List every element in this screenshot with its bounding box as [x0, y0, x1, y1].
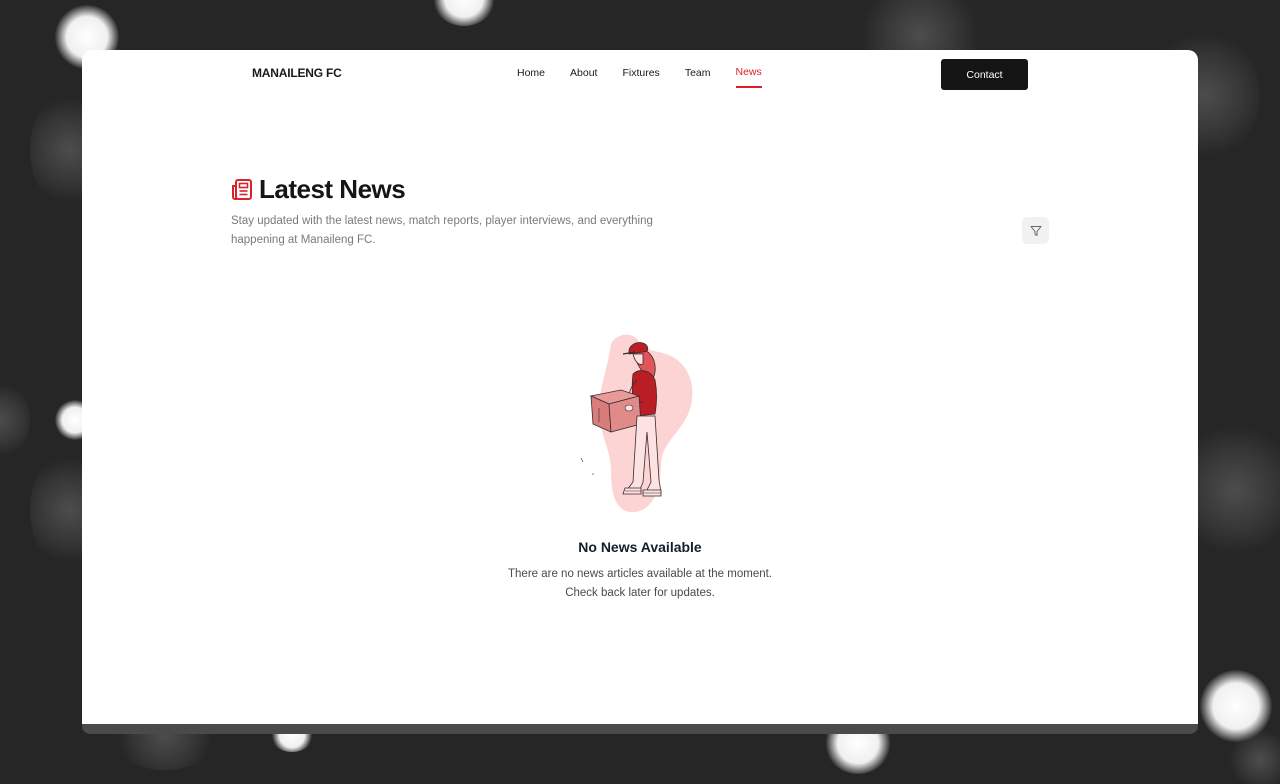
page-subtitle: Stay updated with the latest news, match… — [231, 215, 653, 246]
site-logo[interactable]: MANAILENG FC — [252, 66, 342, 80]
contact-button[interactable]: Contact — [941, 59, 1028, 90]
filter-button[interactable] — [1022, 217, 1049, 244]
empty-state-title: No News Available — [578, 539, 702, 555]
empty-state-message: There are no news articles available at … — [82, 565, 1198, 603]
page-window: MANAILENG FC Home About Fixtures Team Ne… — [82, 50, 1198, 724]
empty-state-line: Check back later for updates. — [565, 587, 715, 599]
filter-icon — [1030, 225, 1041, 236]
bokeh-light — [432, 0, 496, 26]
nav-fixtures[interactable]: Fixtures — [622, 66, 659, 88]
page-header: Latest News — [231, 174, 406, 205]
delivery-person-illustration — [580, 334, 693, 513]
main-nav: Home About Fixtures Team News — [517, 66, 787, 88]
bokeh-light — [0, 380, 30, 460]
newspaper-icon — [232, 178, 252, 200]
bokeh-light — [1230, 730, 1280, 784]
nav-home[interactable]: Home — [517, 66, 545, 88]
nav-news[interactable]: News — [735, 65, 762, 88]
nav-team[interactable]: Team — [685, 66, 711, 88]
page-title: Latest News — [259, 174, 406, 204]
nav-about[interactable]: About — [570, 66, 597, 88]
empty-state-line: There are no news articles available at … — [508, 568, 772, 580]
window-footer-bar — [82, 724, 1198, 734]
